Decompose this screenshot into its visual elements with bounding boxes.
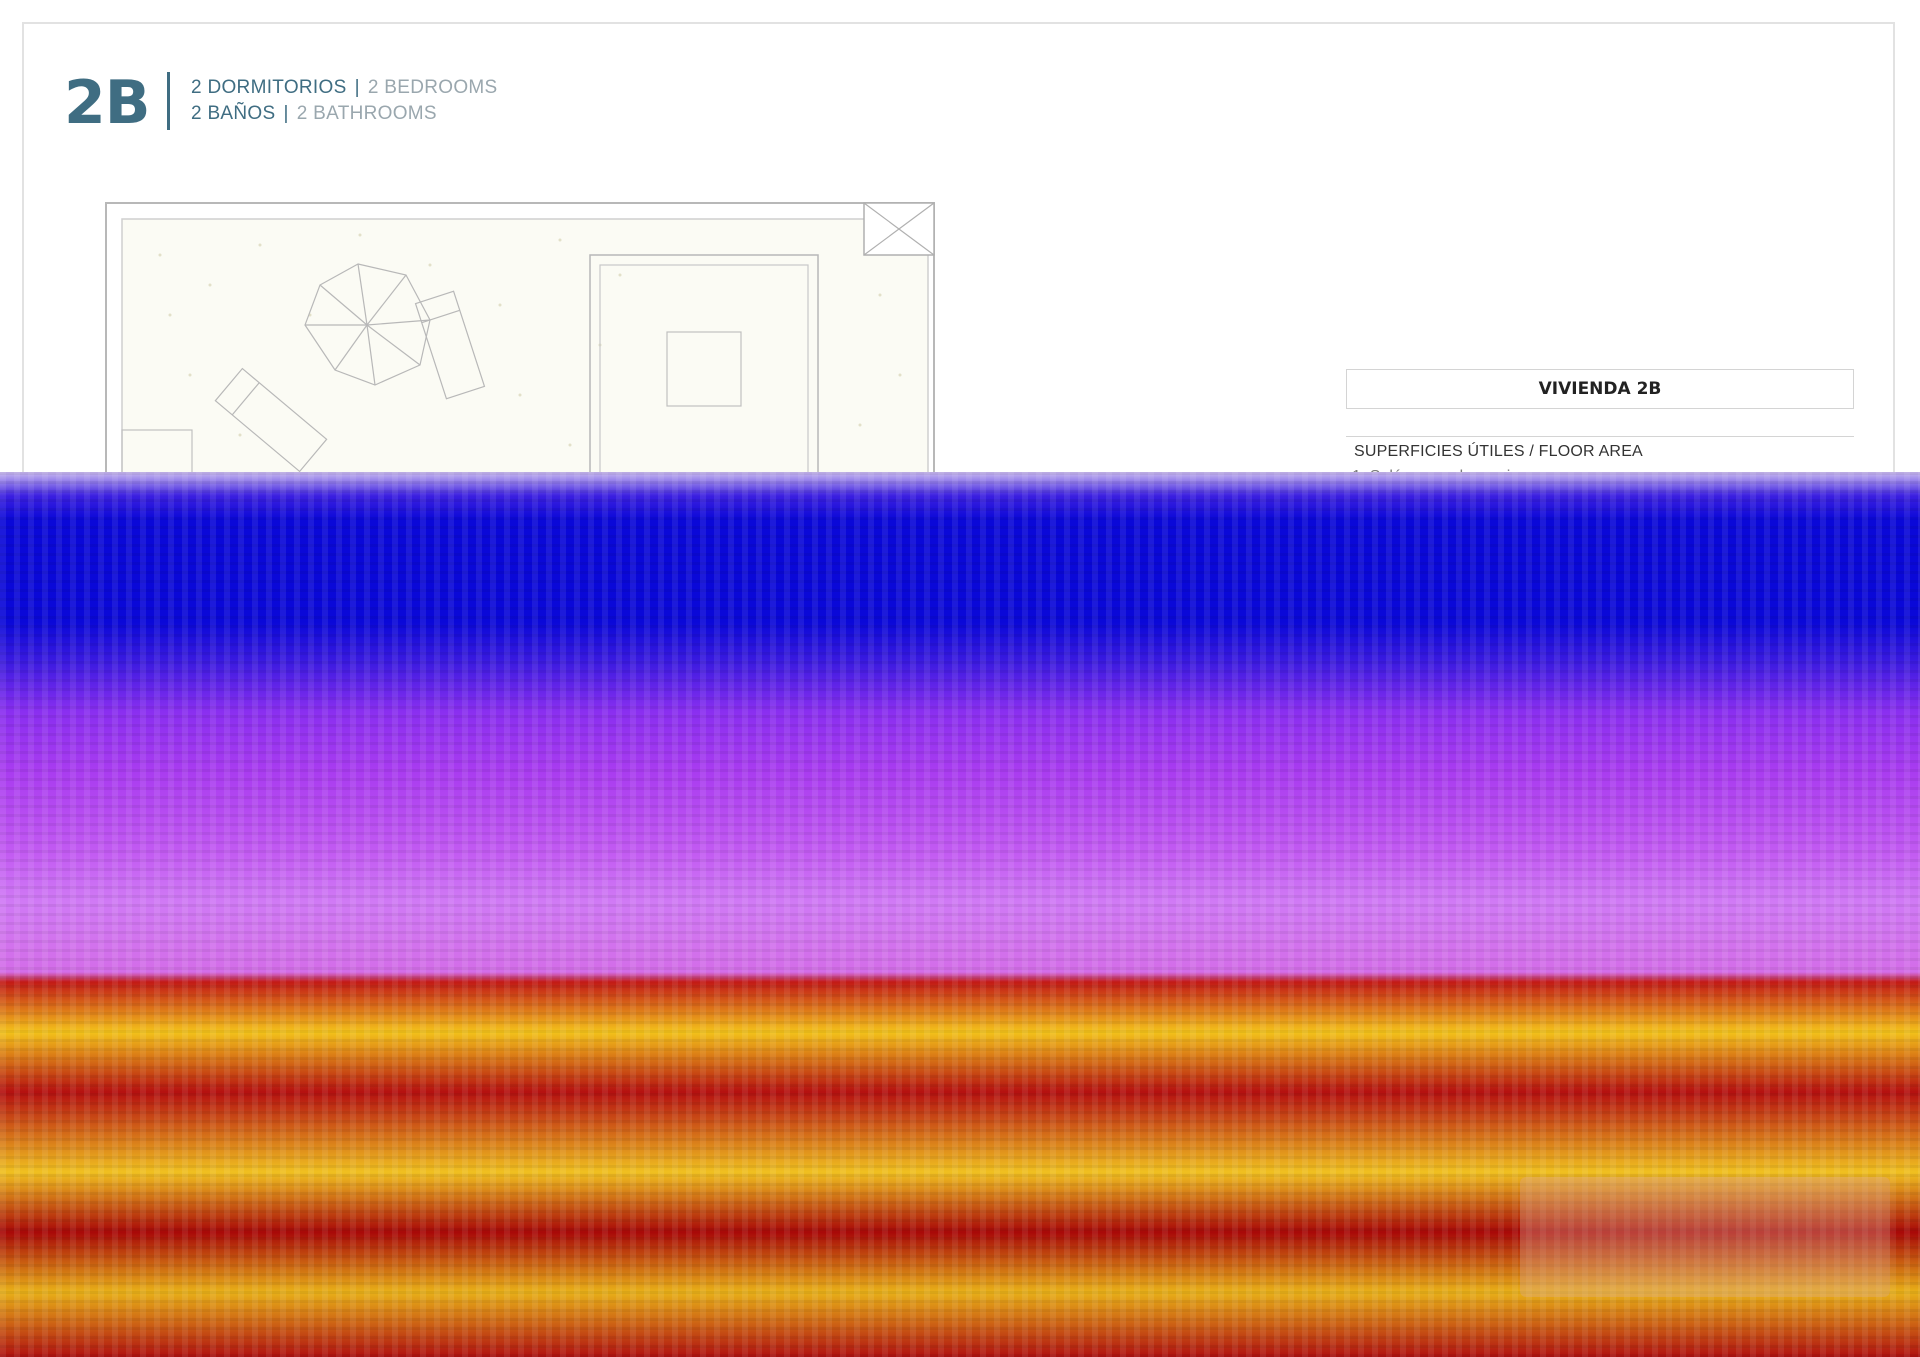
bathrooms-line: 2 BAÑOS | 2 BATHROOMS — [191, 103, 437, 125]
title-divider — [167, 72, 170, 130]
unit-code: 2B — [64, 68, 150, 138]
bedrooms-en: 2 BEDROOMS — [367, 77, 498, 98]
bedrooms-line: 2 DORMITORIOS | 2 BEDROOMS — [191, 77, 498, 99]
separator: | — [283, 103, 289, 124]
watermark-logo — [1520, 1177, 1890, 1297]
table-rule — [1346, 436, 1854, 437]
bathrooms-en: 2 BATHROOMS — [296, 103, 437, 124]
separator: | — [354, 77, 360, 98]
corner-shaft — [863, 202, 935, 256]
table-title: VIVIENDA 2B — [1346, 369, 1854, 409]
terrace-floor-plan — [105, 202, 935, 495]
bedrooms-es: 2 DORMITORIOS — [191, 77, 347, 98]
bathrooms-es: 2 BAÑOS — [191, 103, 276, 124]
table-header: SUPERFICIES ÚTILES / FLOOR AREA — [1354, 443, 1643, 460]
